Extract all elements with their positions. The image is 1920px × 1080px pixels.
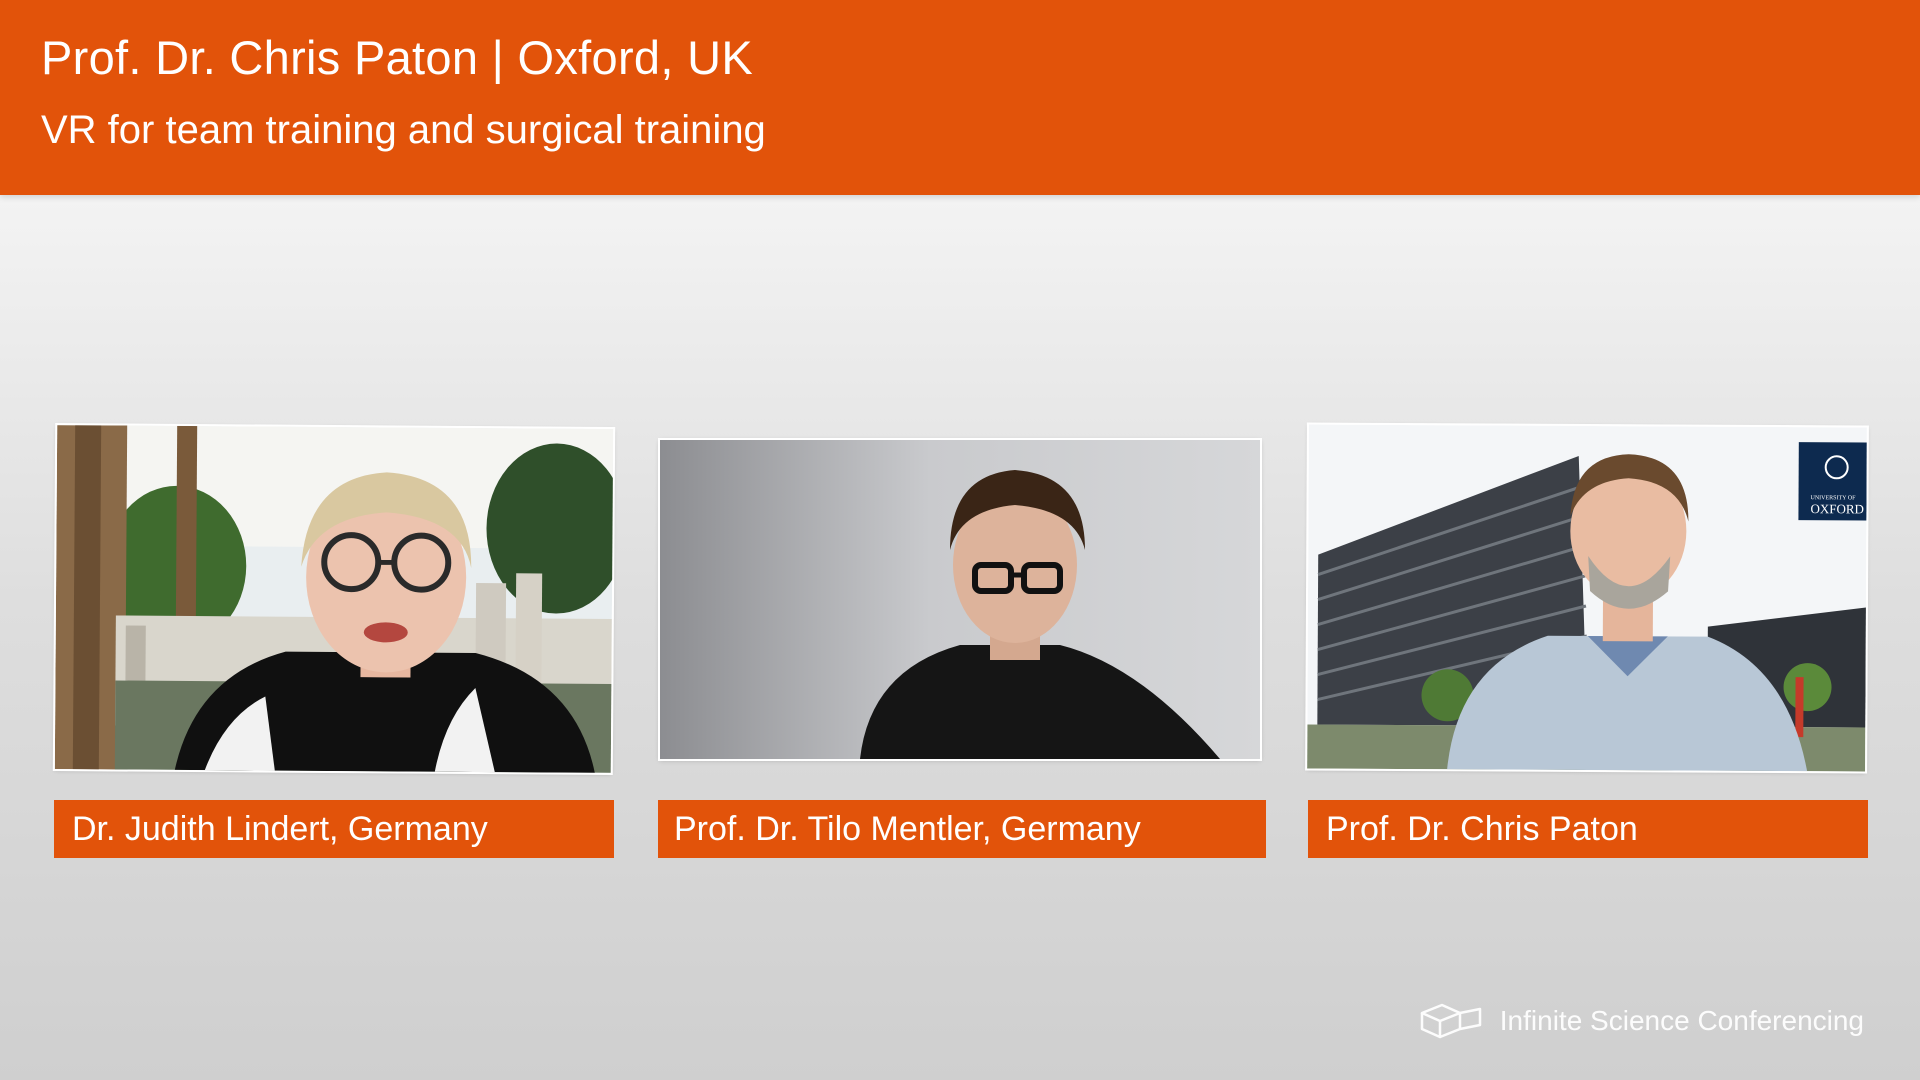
participant-video-1[interactable] [54,425,614,773]
page-subtitle: VR for team training and surgical traini… [41,108,766,152]
page-title: Prof. Dr. Chris Paton | Oxford, UK [41,31,753,84]
title-banner: Prof. Dr. Chris Paton | Oxford, UK VR fo… [0,0,1920,195]
participant-name-2: Prof. Dr. Tilo Mentler, Germany [658,800,1266,858]
participant-video-3[interactable]: UNIVERSITY OF OXFORD [1307,424,1867,772]
video-feed-building: UNIVERSITY OF OXFORD [1307,424,1867,772]
brand-watermark: Infinite Science Conferencing [1418,998,1864,1044]
participant-name-1: Dr. Judith Lindert, Germany [54,800,614,858]
svg-text:OXFORD: OXFORD [1810,501,1864,516]
conference-stage: Prof. Dr. Chris Paton | Oxford, UK VR fo… [0,0,1920,1080]
brand-text: Infinite Science Conferencing [1499,1005,1864,1036]
participant-name-3: Prof. Dr. Chris Paton [1308,800,1868,858]
participant-video-2[interactable] [660,440,1260,759]
cube-outline-icon [1420,1003,1482,1039]
video-feed-outdoor [54,425,614,773]
video-feed-wall [660,440,1260,759]
